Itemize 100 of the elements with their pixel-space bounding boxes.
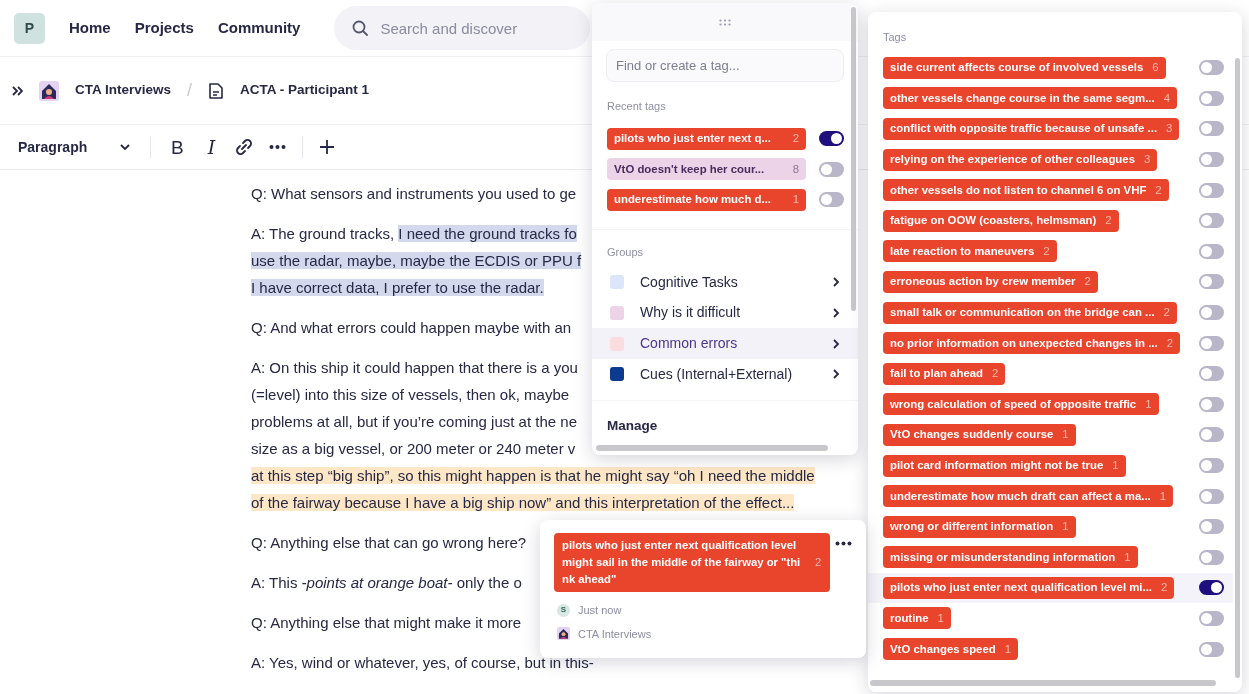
toggle-switch[interactable] [1199, 243, 1224, 259]
tag-count: 3 [1143, 152, 1151, 167]
tag-count: 1 [1004, 641, 1012, 657]
tag-name: small talk or communication on the bridge can ... [890, 305, 1155, 320]
toggle-switch[interactable] [819, 161, 844, 177]
toggle-switch[interactable] [1199, 641, 1224, 657]
toggle-switch[interactable] [1199, 458, 1224, 473]
tag-count: 2 [1084, 274, 1091, 290]
italic-button[interactable]: I [203, 137, 220, 157]
toggle-switch[interactable] [1199, 335, 1224, 351]
tag-chip[interactable]: other vessels change course in the same segm... 4 [883, 87, 1177, 110]
toggle-switch[interactable] [1199, 519, 1224, 535]
toggle-switch[interactable] [1199, 611, 1224, 626]
tag-chip[interactable]: underestimate how much d... 1 [607, 189, 806, 211]
tag-name: conflict with opposite traffic because of unsafe ... [890, 121, 1158, 137]
tag-chip[interactable]: pilots who just enter next q... 2 [607, 127, 806, 150]
tag-name: underestimate how much d... [614, 192, 771, 208]
chevron-right-icon [833, 277, 840, 288]
tag-chip[interactable]: VtO changes speed 1 [883, 638, 1019, 661]
nav-link[interactable]: Home [69, 16, 111, 40]
bold-button[interactable]: B [167, 137, 188, 157]
tag-chip[interactable]: VtO doesn't keep her cour... 8 [607, 158, 806, 181]
tag-chip[interactable]: late reaction to maneuvers 2 [883, 240, 1057, 263]
more-icon[interactable] [269, 144, 287, 150]
breadcrumb-link[interactable]: ACTA - Participant 1 [240, 80, 370, 101]
toggle-switch[interactable] [1199, 549, 1224, 565]
section-label: Recent tags [607, 99, 667, 114]
breadcrumb-link[interactable]: CTA Interviews [75, 80, 172, 101]
toggle-switch[interactable] [1199, 366, 1224, 382]
tag-chip[interactable]: pilots who just enter next qualification level mi... 2 [883, 576, 1175, 599]
tag-chip[interactable]: underestimate how much draft can affect a ma... 1 [883, 485, 1174, 508]
plus-icon[interactable] [319, 139, 336, 155]
tag-chip[interactable]: other vessels do not listen to channel 6 on VHF 2 [883, 179, 1169, 202]
tag-count: 6 [1152, 60, 1159, 76]
drag-handle-icon[interactable] [719, 18, 731, 26]
expand-sidebar-icon[interactable] [12, 84, 23, 97]
tag-chip[interactable]: pilot card information might not be true 1 [883, 454, 1126, 477]
tag-count: 2 [792, 131, 799, 147]
tag-count: 1 [1112, 457, 1119, 473]
tag-chip[interactable]: missing or misunderstanding information 1 [883, 546, 1138, 569]
search-field[interactable]: Search and discover [334, 6, 591, 50]
tag-chip[interactable]: wrong or different information 1 [883, 515, 1076, 538]
toggle-switch[interactable] [819, 192, 844, 208]
comment-time: Just now [578, 603, 622, 618]
toggle-switch[interactable] [1199, 121, 1224, 137]
tag-chip[interactable]: fatigue on OOW (coasters, helmsman) 2 [883, 209, 1119, 232]
tag-name: pilots who just enter next qualification level mi... [890, 580, 1153, 596]
tag-chip[interactable]: conflict with opposite traffic because of unsafe ... 3 [883, 118, 1180, 140]
tag-chip[interactable]: VtO changes suddenly course 1 [883, 423, 1076, 446]
tag-chip[interactable]: wrong calculation of speed of opposite traffic 1 [883, 393, 1159, 416]
toggle-switch[interactable] [1199, 152, 1224, 168]
toggle-switch[interactable] [1199, 60, 1224, 76]
group-item[interactable]: Common errors [592, 328, 858, 359]
tag-count: 4 [1163, 90, 1170, 106]
nav-link[interactable]: Projects [134, 16, 194, 40]
toggle-switch[interactable] [1199, 396, 1224, 412]
highlighted-text: at this step “big ship”, so this might happen is that he might say “oh I need the middle [251, 467, 815, 484]
nav-link[interactable]: Community [217, 16, 301, 40]
tag-chip[interactable]: relying on the experience of other colleagues 3 [883, 148, 1158, 171]
tag-count: 2 [1161, 580, 1168, 596]
block-style-dropdown[interactable]: Paragraph [14, 140, 134, 154]
tag-row[interactable]: pilots who just enter next qualification level mi... 2 [868, 572, 1233, 604]
document-icon [208, 82, 225, 99]
tag-count: 1 [1062, 427, 1069, 443]
group-item[interactable]: Cues (Internal+External) [592, 358, 858, 390]
tag-chip[interactable]: erroneous action by crew member 2 [883, 270, 1098, 293]
section-label: Groups [607, 245, 645, 261]
text-line: Q: Anything else that can go wrong here? [251, 534, 527, 551]
tag-name: erroneous action by crew member [890, 274, 1076, 290]
toggle-switch[interactable] [819, 131, 844, 147]
toggle-switch[interactable] [1199, 488, 1224, 504]
toggle-switch[interactable] [1199, 213, 1224, 229]
group-item[interactable]: Why is it difficult [592, 297, 858, 329]
link-icon[interactable] [235, 138, 254, 156]
text-line: Q: What sensors and instruments you used to ge [251, 185, 577, 202]
toggle-switch[interactable] [1199, 305, 1224, 321]
tag-chip[interactable]: small talk or communication on the bridge can ... 2 [883, 301, 1177, 324]
tag-count: 1 [1062, 519, 1069, 535]
tag-name: pilots who just enter next q... [614, 131, 771, 147]
chevron-right-icon [833, 369, 840, 380]
tag-chip[interactable]: pilots who just enter next qualification level might sail in the middle of the fairway or "think ahead" 2 [554, 533, 830, 592]
house-icon [557, 627, 570, 641]
manage-link[interactable]: Manage [607, 415, 658, 436]
group-item[interactable]: Cognitive Tasks [592, 266, 858, 298]
toggle-switch[interactable] [1199, 274, 1224, 290]
tag-name: VtO doesn't keep her cour... [614, 161, 765, 177]
tag-chip[interactable]: no prior information on unexpected changes in ... 2 [883, 332, 1181, 355]
toggle-switch[interactable] [1199, 427, 1224, 443]
tag-chip[interactable]: side current affects course of involved vessels 6 [883, 56, 1166, 79]
tag-name: wrong calculation of speed of opposite traffic [890, 396, 1137, 412]
toggle-switch[interactable] [1199, 182, 1224, 198]
toggle-switch[interactable] [1199, 90, 1224, 106]
selected-text: I have correct data, I prefer to use the radar. [251, 279, 544, 296]
tag-search-field[interactable]: Find or create a tag... [606, 49, 844, 82]
more-icon[interactable] [835, 541, 852, 546]
tag-chip[interactable]: routine 1 [883, 607, 951, 630]
tag-name: fail to plan ahead [890, 366, 984, 382]
tag-chip[interactable]: fail to plan ahead 2 [883, 362, 1006, 385]
toggle-switch[interactable] [1199, 580, 1224, 596]
app-logo[interactable]: P [14, 12, 45, 44]
